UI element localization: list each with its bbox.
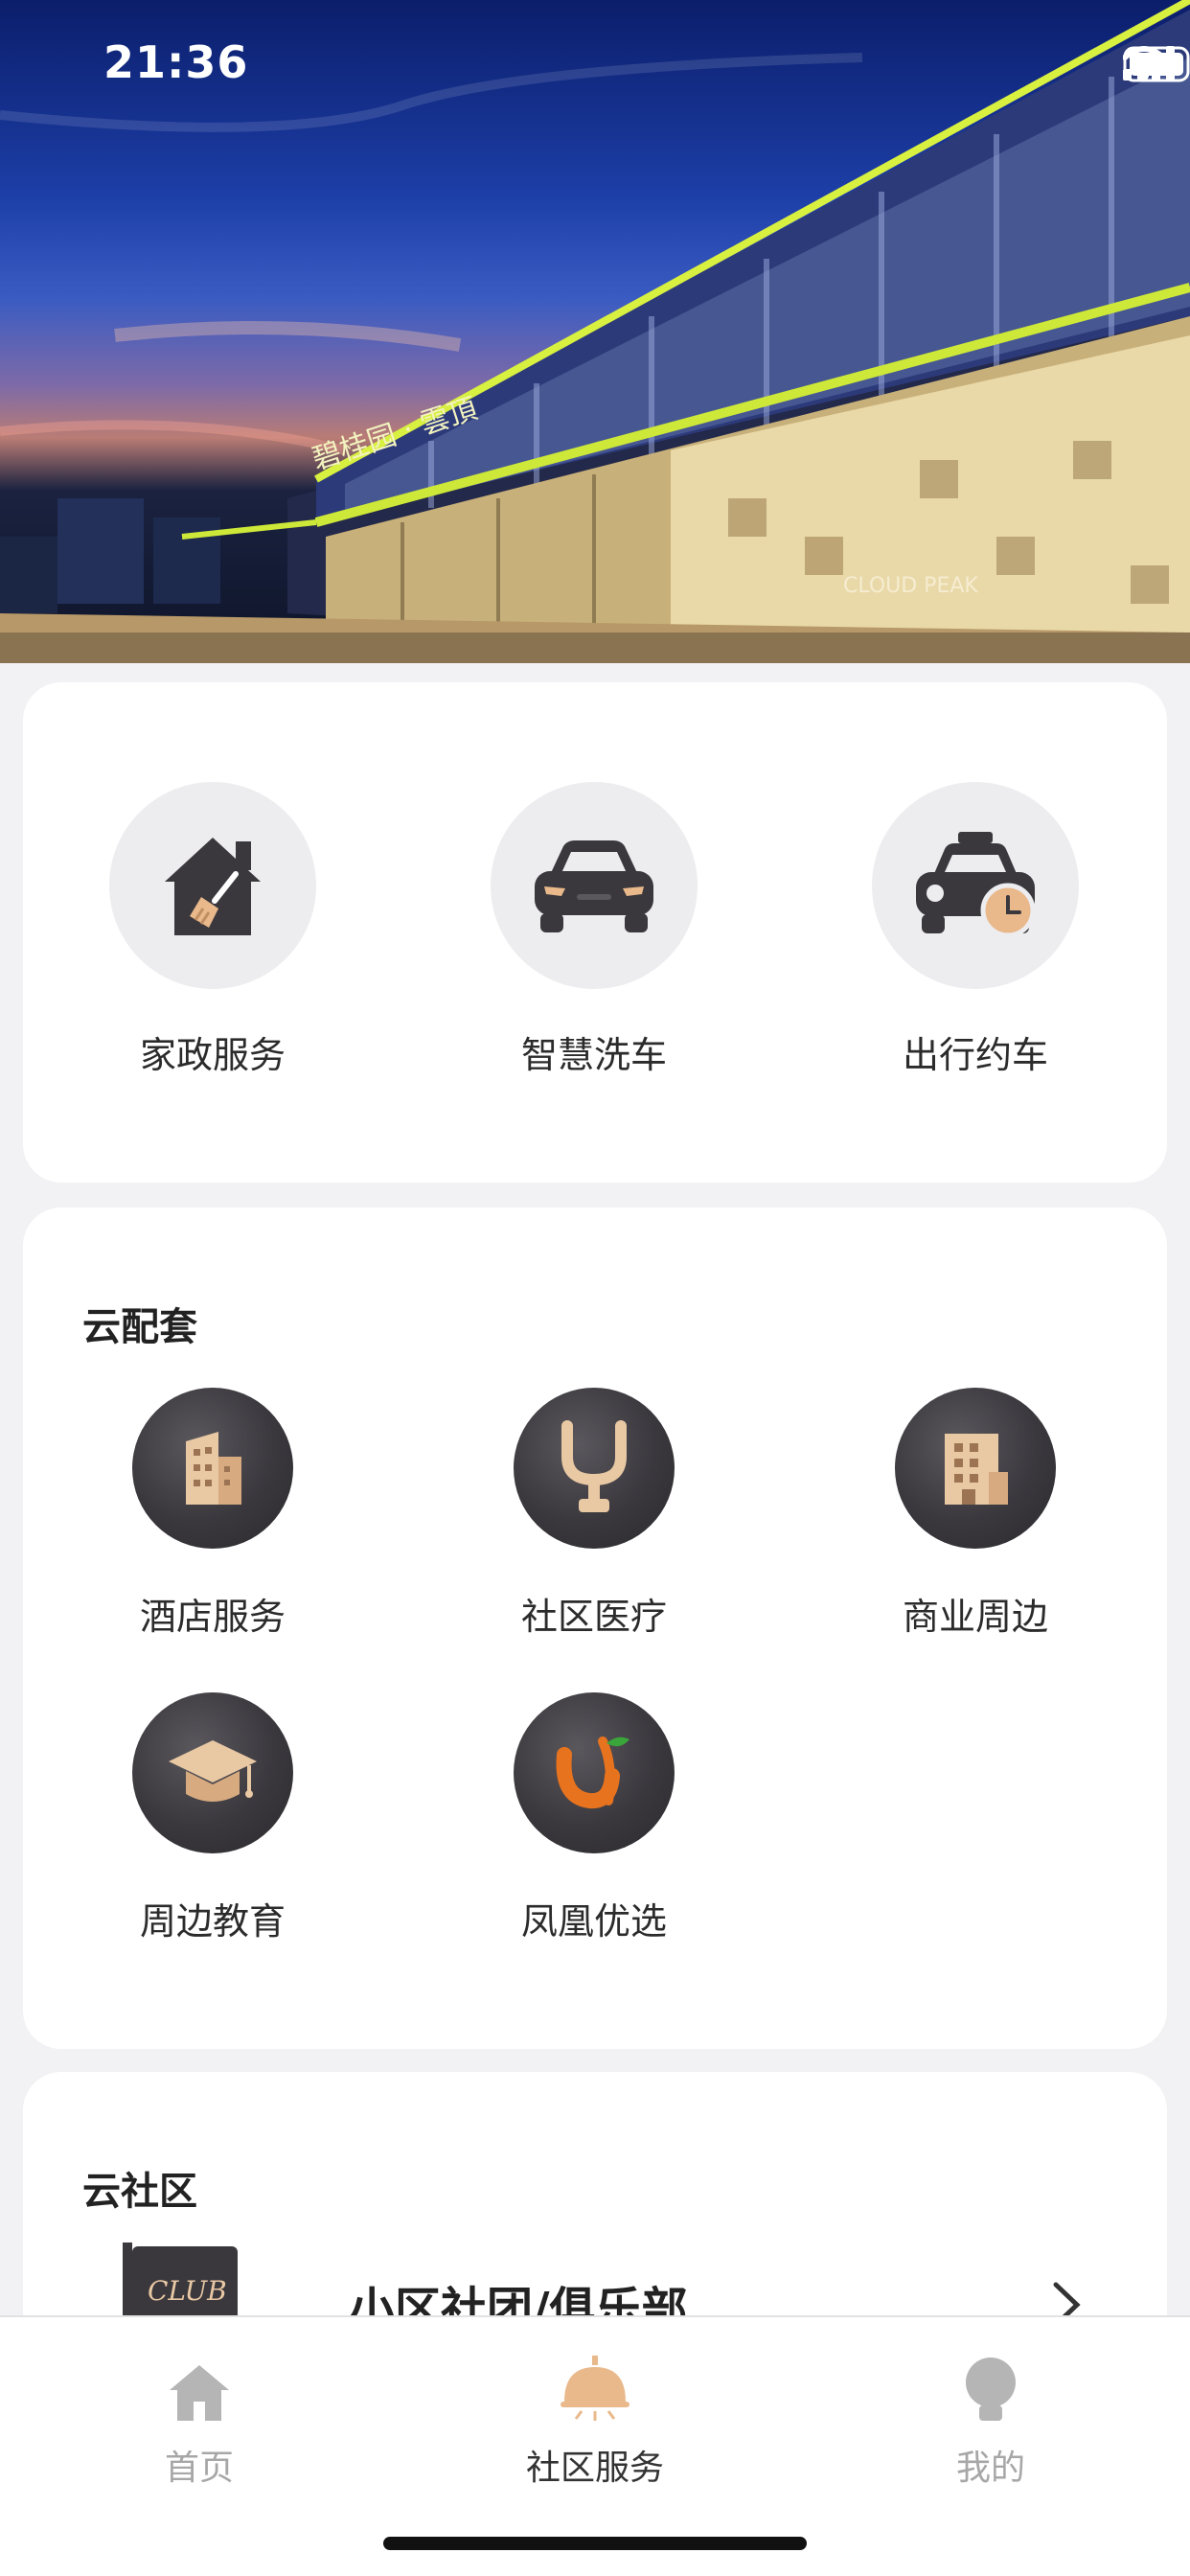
phoenix-select-icon-circle <box>514 1692 675 1853</box>
service-label: 智慧洗车 <box>520 1034 667 1076</box>
section-title-cloud-community: 云社区 <box>82 2170 197 2214</box>
profile-icon <box>966 2358 1016 2421</box>
ride-hailing-service[interactable]: 出行约车 <box>832 782 1119 1078</box>
phoenix-select[interactable]: 凤凰优选 <box>450 1692 738 1944</box>
facade-text: CLOUD PEAK <box>843 574 978 598</box>
phoenix-select-logo-icon <box>556 1736 629 1809</box>
facility-label: 社区医疗 <box>520 1596 667 1638</box>
tab-label: 首页 <box>164 2449 234 2488</box>
community-bell-icon <box>561 2356 629 2421</box>
community-services-page: 碧桂园 · 雲頂 CLOUD PEAK 21:36 家政服务 智慧洗车 出行约车… <box>0 0 1190 2576</box>
taxi-clock-icon <box>916 832 1036 938</box>
car-icon <box>535 840 653 932</box>
tab-profile[interactable]: 我的 <box>847 2346 1134 2490</box>
top-services-card: 家政服务 智慧洗车 出行约车 <box>23 682 1167 1183</box>
hotel-building-icon <box>186 1432 241 1505</box>
tab-icon-wrap <box>847 2346 1134 2423</box>
facility-label: 凤凰优选 <box>520 1900 667 1943</box>
tab-label: 社区服务 <box>525 2449 664 2488</box>
car-wash-service[interactable]: 智慧洗车 <box>450 782 738 1078</box>
service-label: 家政服务 <box>139 1034 286 1076</box>
status-time: 21:36 <box>103 36 249 88</box>
commercial-icon-circle <box>895 1388 1056 1549</box>
tab-community-services[interactable]: 社区服务 <box>451 2346 739 2490</box>
facility-label: 酒店服务 <box>139 1596 286 1638</box>
community-medical[interactable]: 社区医疗 <box>450 1388 738 1640</box>
house-broom-icon <box>165 838 261 935</box>
hero-banner: 碧桂园 · 雲頂 CLOUD PEAK 21:36 <box>0 0 1190 663</box>
tab-icon-wrap <box>451 2346 739 2423</box>
education-icon-circle <box>132 1692 293 1853</box>
home-icon <box>170 2365 229 2421</box>
medical-icon-circle <box>514 1388 675 1549</box>
status-bar: 21:36 <box>0 0 1190 129</box>
tab-label: 我的 <box>955 2449 1025 2488</box>
nearby-education[interactable]: 周边教育 <box>69 1692 356 1944</box>
facility-label: 周边教育 <box>139 1900 286 1943</box>
service-label: 出行约车 <box>902 1034 1048 1076</box>
section-title-cloud-facilities: 云配套 <box>82 1305 197 1349</box>
club-icon-text: CLUB <box>148 2275 227 2307</box>
battery-icon <box>1123 46 1190 82</box>
stethoscope-icon <box>561 1420 627 1512</box>
hotel-service[interactable]: 酒店服务 <box>69 1388 356 1640</box>
home-indicator[interactable] <box>383 2537 807 2550</box>
housekeeping-service[interactable]: 家政服务 <box>69 782 356 1078</box>
facility-label: 商业周边 <box>902 1596 1048 1638</box>
tab-home[interactable]: 首页 <box>56 2346 343 2490</box>
ride-hailing-icon-circle <box>872 782 1079 989</box>
commercial-nearby[interactable]: 商业周边 <box>832 1388 1119 1640</box>
tab-icon-wrap <box>56 2346 343 2423</box>
car-wash-icon-circle <box>491 782 698 989</box>
hotel-icon-circle <box>132 1388 293 1549</box>
cloud-facilities-card: 云配套 酒店服务 社区医疗 商业周边 周边教育 凤凰优选 <box>23 1208 1167 2049</box>
housekeeping-icon-circle <box>109 782 316 989</box>
graduation-cap-icon <box>169 1740 257 1802</box>
commercial-building-icon <box>945 1434 1008 1505</box>
